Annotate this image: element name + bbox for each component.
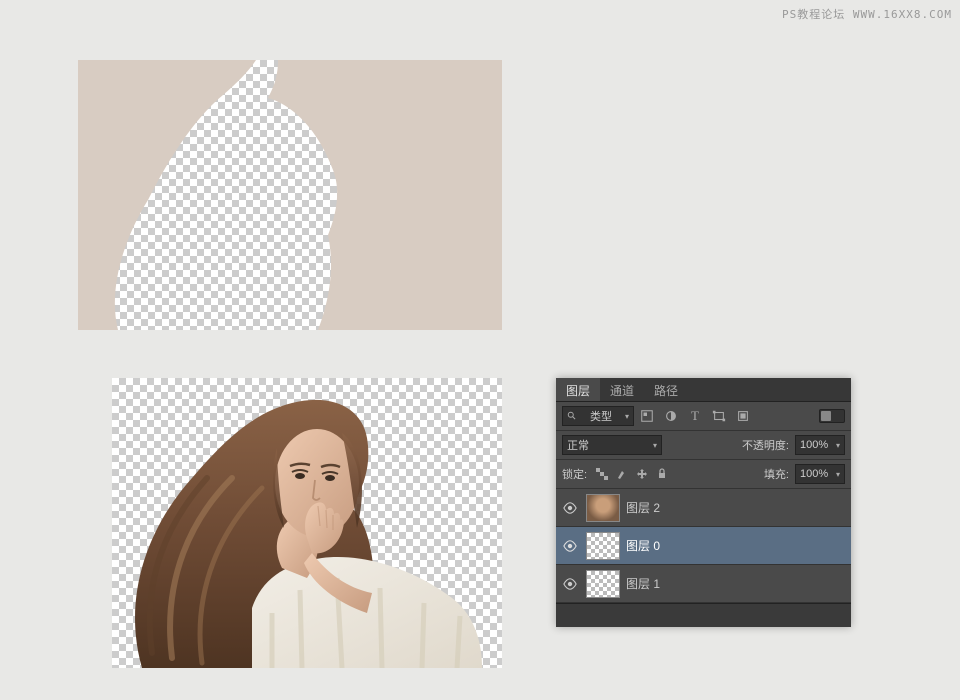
- fill-input[interactable]: 100% ▾: [795, 464, 845, 484]
- layer-name[interactable]: 图层 0: [626, 537, 660, 554]
- layer-thumbnail[interactable]: [586, 532, 620, 560]
- layer-list: 图层 2 图层 0 图层 1: [556, 489, 851, 603]
- lock-row: 锁定: 填充: 100% ▾: [556, 460, 851, 489]
- filter-shape-icon[interactable]: [708, 406, 730, 426]
- lock-label: 锁定:: [562, 466, 587, 482]
- chevron-down-icon: ▾: [836, 470, 840, 479]
- blend-row: 正常 ▾ 不透明度: 100% ▾: [556, 431, 851, 460]
- panel-tabs: 图层 通道 路径: [556, 378, 851, 402]
- opacity-input[interactable]: 100% ▾: [795, 435, 845, 455]
- lock-all-icon[interactable]: [653, 465, 671, 483]
- visibility-eye-icon[interactable]: [560, 577, 580, 591]
- visibility-eye-icon[interactable]: [560, 539, 580, 553]
- chevron-down-icon: ▾: [653, 441, 657, 450]
- opacity-value: 100%: [800, 439, 828, 451]
- search-icon: [567, 411, 577, 421]
- filter-row: 类型 ▾ T: [556, 402, 851, 431]
- lock-move-icon[interactable]: [633, 465, 651, 483]
- layers-panel: 图层 通道 路径 类型 ▾ T 正常 ▾ 不透明度: 100% ▾ 锁定:: [556, 378, 851, 627]
- filter-toggle[interactable]: [819, 409, 845, 423]
- silhouette-cutout: [78, 60, 502, 330]
- layer-row[interactable]: 图层 0: [556, 527, 851, 565]
- layer-name[interactable]: 图层 1: [626, 575, 660, 592]
- layer-row[interactable]: 图层 1: [556, 565, 851, 603]
- blend-mode-value: 正常: [567, 437, 589, 453]
- tab-layers[interactable]: 图层: [556, 378, 600, 401]
- filter-type-label: 类型: [590, 408, 612, 424]
- fill-value: 100%: [800, 468, 828, 480]
- watermark: PS教程论坛 WWW.16XX8.COM: [782, 6, 952, 22]
- blend-mode-dropdown[interactable]: 正常 ▾: [562, 435, 662, 455]
- filter-smart-icon[interactable]: [732, 406, 754, 426]
- person-illustration: [112, 378, 502, 668]
- layer-row[interactable]: 图层 2: [556, 489, 851, 527]
- filter-pixel-icon[interactable]: [636, 406, 658, 426]
- fill-label: 填充:: [764, 466, 789, 482]
- chevron-down-icon: ▾: [625, 412, 629, 421]
- chevron-down-icon: ▾: [836, 441, 840, 450]
- tab-paths[interactable]: 路径: [644, 378, 688, 401]
- filter-type-dropdown[interactable]: 类型 ▾: [562, 406, 634, 426]
- tab-channels[interactable]: 通道: [600, 378, 644, 401]
- layer-thumbnail[interactable]: [586, 570, 620, 598]
- layer-name[interactable]: 图层 2: [626, 499, 660, 516]
- layer-thumbnail[interactable]: [586, 494, 620, 522]
- visibility-eye-icon[interactable]: [560, 501, 580, 515]
- opacity-label: 不透明度:: [742, 437, 789, 453]
- lock-transparent-icon[interactable]: [593, 465, 611, 483]
- panel-bottom-bar: [556, 603, 851, 627]
- canvas-bottom: [112, 378, 502, 668]
- lock-brush-icon[interactable]: [613, 465, 631, 483]
- filter-type-icon[interactable]: T: [684, 406, 706, 426]
- filter-adjustment-icon[interactable]: [660, 406, 682, 426]
- canvas-top: [78, 60, 502, 330]
